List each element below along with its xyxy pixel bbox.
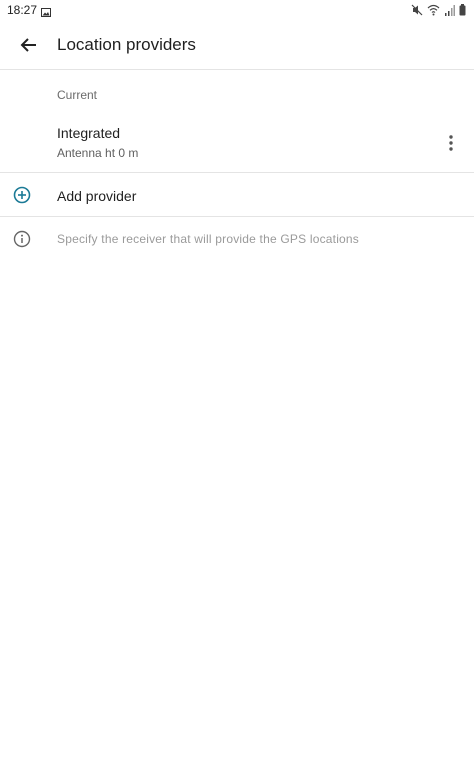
provider-subtitle: Antenna ht 0 m bbox=[57, 146, 139, 160]
info-row: Specify the receiver that will provide t… bbox=[0, 217, 474, 257]
more-options-icon[interactable] bbox=[441, 132, 461, 154]
provider-name: Integrated bbox=[57, 125, 121, 141]
mute-icon bbox=[411, 3, 423, 21]
provider-item[interactable]: Integrated Antenna ht 0 m bbox=[0, 112, 474, 173]
battery-icon bbox=[459, 3, 466, 21]
add-circle-icon bbox=[13, 186, 31, 209]
back-arrow-icon[interactable] bbox=[18, 34, 40, 56]
signal-icon bbox=[444, 3, 455, 21]
status-bar: 18:27 bbox=[0, 0, 474, 20]
app-bar: Location providers bbox=[0, 20, 474, 70]
info-icon bbox=[13, 230, 31, 253]
add-provider-label: Add provider bbox=[57, 188, 137, 204]
add-provider-button[interactable]: Add provider bbox=[0, 173, 474, 217]
page-title: Location providers bbox=[57, 35, 196, 54]
status-time: 18:27 bbox=[7, 3, 38, 17]
section-header-current: Current bbox=[57, 88, 98, 102]
info-text: Specify the receiver that will provide t… bbox=[57, 232, 360, 246]
wifi-icon bbox=[427, 3, 440, 21]
